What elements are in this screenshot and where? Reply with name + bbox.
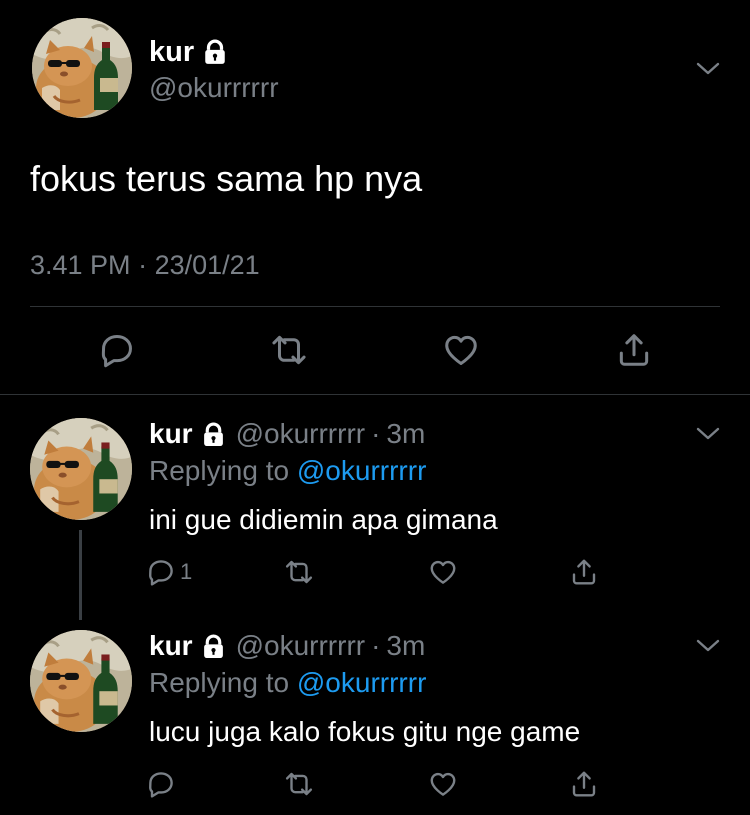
like-icon bbox=[428, 769, 458, 799]
replying-to: Replying to @okurrrrrr bbox=[149, 667, 426, 699]
replying-to-label: Replying to bbox=[149, 455, 290, 486]
reply-header: kur @okurrrrrr · 3m bbox=[149, 626, 425, 666]
retweet-icon bbox=[270, 331, 308, 369]
retweet-button[interactable] bbox=[269, 330, 309, 370]
share-icon bbox=[569, 557, 599, 587]
replying-to-label: Replying to bbox=[149, 667, 290, 698]
like-icon bbox=[442, 331, 480, 369]
thread-line bbox=[79, 530, 82, 620]
dot-separator: · bbox=[371, 630, 381, 661]
like-button[interactable] bbox=[423, 552, 463, 592]
dot-separator: · bbox=[371, 418, 381, 449]
tweet-date: 23/01/21 bbox=[154, 250, 260, 280]
author-name[interactable]: kur bbox=[149, 36, 194, 69]
tweet-timestamp: 3.41 PM · 23/01/21 bbox=[30, 250, 260, 281]
lock-icon bbox=[202, 39, 228, 65]
avatar[interactable] bbox=[32, 18, 132, 118]
share-button[interactable] bbox=[614, 330, 654, 370]
chevron-down-icon[interactable] bbox=[694, 635, 722, 655]
author-name[interactable]: kur bbox=[149, 418, 193, 450]
reply-text: lucu juga kalo fokus gitu nge game bbox=[149, 716, 581, 747]
reply-age: 3m bbox=[386, 418, 426, 449]
share-icon bbox=[615, 331, 653, 369]
replying-to-link[interactable]: @okurrrrrr bbox=[297, 455, 427, 486]
reply-icon bbox=[146, 769, 176, 799]
avatar[interactable] bbox=[30, 630, 132, 732]
reply-age: 3m bbox=[386, 630, 426, 661]
author-handle[interactable]: @okurrrrrr bbox=[236, 418, 366, 450]
reply-count: 1 bbox=[180, 559, 193, 584]
reply-icon bbox=[98, 331, 136, 369]
chevron-down-icon[interactable] bbox=[694, 423, 722, 443]
retweet-icon bbox=[284, 769, 314, 799]
author-name[interactable]: kur bbox=[149, 630, 193, 662]
like-button[interactable] bbox=[441, 330, 481, 370]
share-icon bbox=[569, 769, 599, 799]
author-name-row: kur bbox=[149, 32, 228, 72]
reply-header: kur @okurrrrrr · 3m bbox=[149, 414, 425, 454]
replying-to-link[interactable]: @okurrrrrr bbox=[297, 667, 427, 698]
divider bbox=[30, 306, 720, 307]
like-button[interactable] bbox=[423, 764, 463, 804]
author-handle[interactable]: @okurrrrrr bbox=[149, 72, 279, 104]
reply-text: ini gue didiemin apa gimana bbox=[149, 504, 498, 535]
avatar[interactable] bbox=[30, 418, 132, 520]
share-button[interactable] bbox=[564, 764, 604, 804]
lock-icon bbox=[201, 634, 226, 659]
tweet-time: 3.41 PM bbox=[30, 250, 131, 280]
tweet-text: fokus terus sama hp nya bbox=[30, 158, 423, 199]
timestamp-separator: · bbox=[138, 250, 148, 280]
share-button[interactable] bbox=[564, 552, 604, 592]
reply-button[interactable]: 1 bbox=[146, 552, 216, 592]
replying-to: Replying to @okurrrrrr bbox=[149, 455, 426, 487]
reply-button[interactable] bbox=[146, 764, 216, 804]
reply-button[interactable] bbox=[97, 330, 137, 370]
divider bbox=[0, 394, 750, 395]
retweet-icon bbox=[284, 557, 314, 587]
like-icon bbox=[428, 557, 458, 587]
lock-icon bbox=[201, 422, 226, 447]
retweet-button[interactable] bbox=[279, 764, 319, 804]
chevron-down-icon[interactable] bbox=[694, 58, 722, 78]
author-handle[interactable]: @okurrrrrr bbox=[236, 630, 366, 662]
reply-icon bbox=[146, 557, 176, 587]
retweet-button[interactable] bbox=[279, 552, 319, 592]
